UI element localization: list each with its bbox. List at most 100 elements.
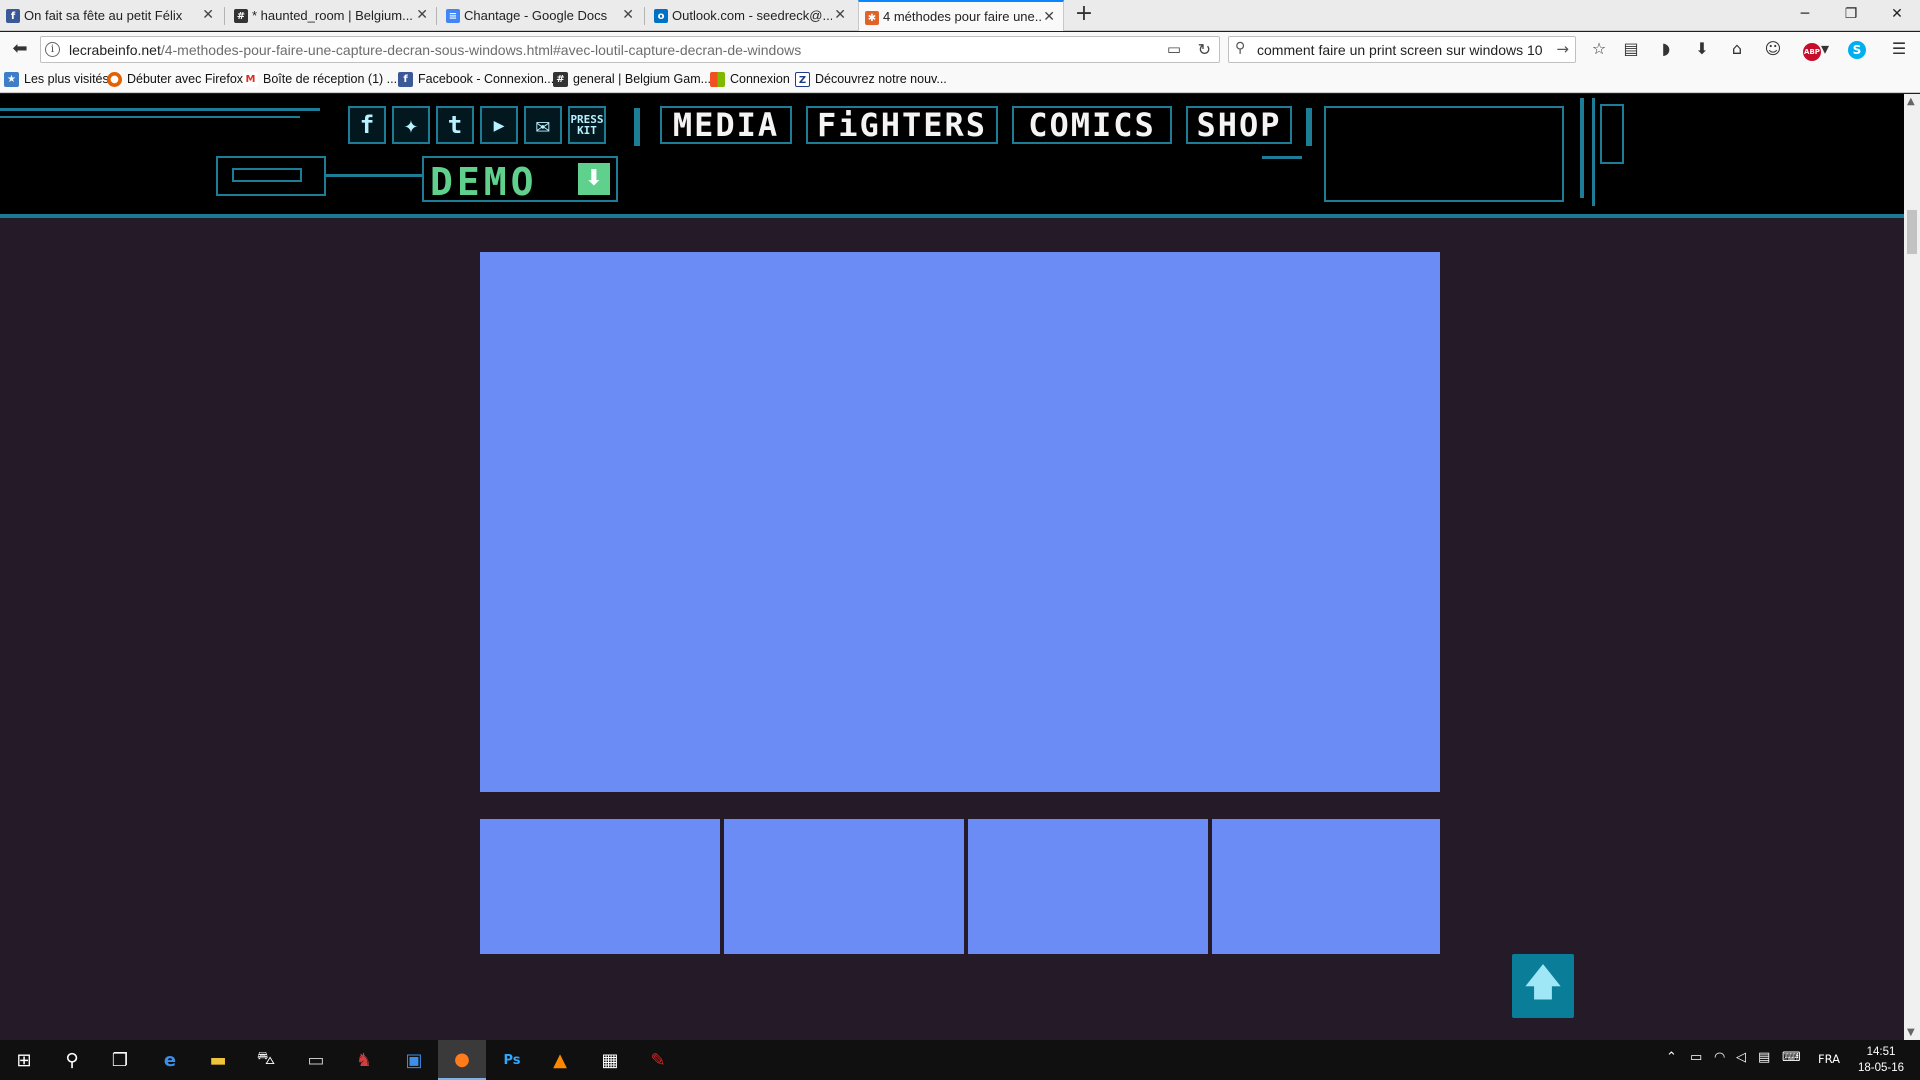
photoshop-icon[interactable]: Ps	[488, 1040, 536, 1080]
file-explorer-icon[interactable]: ▬	[194, 1040, 242, 1080]
site-info-icon[interactable]: i	[45, 42, 60, 57]
close-icon[interactable]: ✕	[834, 7, 846, 23]
scroll-up-icon[interactable]: ▲	[1907, 96, 1915, 107]
volume-icon[interactable]: ◁	[1736, 1050, 1746, 1065]
bookmark-most-visited[interactable]: ★ Les plus visités	[4, 72, 109, 88]
tab-3[interactable]: ≡ Chantage - Google Docs ✕	[440, 0, 642, 31]
microsoft-icon	[710, 72, 725, 87]
vlc-icon[interactable]: ▲	[536, 1040, 584, 1080]
home-icon[interactable]: ⌂	[1726, 38, 1748, 60]
scroll-down-icon[interactable]: ▼	[1907, 1027, 1915, 1038]
demo-download-button[interactable]: DEMO ⬇	[422, 156, 618, 204]
reading-list-icon[interactable]: ▤	[1620, 38, 1642, 60]
tab-1[interactable]: f On fait sa fête au petit Félix ✕	[0, 0, 222, 31]
calculator-icon[interactable]: ▦	[586, 1040, 634, 1080]
back-to-top-button[interactable]: 🡅	[1512, 954, 1574, 1018]
downloads-icon[interactable]: ⬇	[1691, 38, 1713, 60]
bookmark-facebook[interactable]: f Facebook - Connexion...	[398, 72, 554, 88]
search-bar[interactable]: ⚲ comment faire un print screen sur wind…	[1228, 36, 1576, 63]
reload-icon[interactable]: ↻	[1198, 40, 1211, 59]
action-center-icon[interactable]: ▤	[1758, 1050, 1770, 1065]
hamburger-menu-icon[interactable]: ☰	[1888, 38, 1910, 60]
system-clock[interactable]: 14:51 18-05-16	[1856, 1044, 1906, 1076]
monitor-app-icon[interactable]: ▣	[390, 1040, 438, 1080]
bookmark-gmail[interactable]: M Boîte de réception (1) ...	[243, 72, 397, 88]
tray-expand-icon[interactable]: ⌃	[1666, 1050, 1677, 1065]
slack-hash-icon: #	[234, 9, 248, 23]
google-docs-icon: ≡	[446, 9, 460, 23]
restore-button[interactable]: ❐	[1828, 0, 1874, 31]
search-icon[interactable]: ⚲	[48, 1040, 96, 1080]
thumbnail-4[interactable]	[1212, 819, 1440, 954]
url-text[interactable]: lecrabeinfo.net/4-methodes-pour-faire-un…	[69, 42, 801, 58]
bookmark-microsoft[interactable]: Connexion	[710, 72, 790, 88]
language-indicator[interactable]: FRA	[1818, 1052, 1840, 1066]
tumblr-link[interactable]: t	[436, 106, 474, 144]
close-icon[interactable]: ✕	[416, 7, 428, 23]
bookmark-slack[interactable]: # general | Belgium Gam...	[553, 72, 711, 88]
page-scrollbar[interactable]: ▲ ▼	[1904, 94, 1920, 1040]
app-generic-icon[interactable]: ▭	[292, 1040, 340, 1080]
nav-shop[interactable]: SHOP	[1186, 106, 1292, 144]
tab-2[interactable]: # * haunted_room | Belgium... ✕	[228, 0, 436, 31]
tab-4[interactable]: o Outlook.com - seedreck@... ✕	[648, 0, 854, 31]
store-icon[interactable]: ⛍	[242, 1040, 290, 1080]
tab-strip: f On fait sa fête au petit Félix ✕ # * h…	[0, 0, 1920, 31]
keyboard-icon[interactable]: ⌨	[1782, 1050, 1801, 1065]
nav-fighters-label: FiGHTERS	[816, 106, 988, 144]
search-go-icon[interactable]: →	[1556, 40, 1569, 58]
close-icon[interactable]: ✕	[1043, 9, 1055, 25]
task-view-icon[interactable]: ❐	[96, 1040, 144, 1080]
thumbnail-1[interactable]	[480, 819, 720, 954]
nav-fighters[interactable]: FiGHTERS	[806, 106, 998, 144]
facebook-icon: f	[6, 9, 20, 23]
minimize-button[interactable]: ─	[1782, 0, 1828, 31]
hello-chat-icon[interactable]: ☺	[1762, 38, 1784, 60]
back-arrow-icon[interactable]: ⬅	[8, 38, 32, 62]
circuit-decoration	[1580, 98, 1584, 198]
windows-start-icon[interactable]: ⊞	[0, 1040, 48, 1080]
thumbnail-3[interactable]	[968, 819, 1208, 954]
nav-media[interactable]: MEDIA	[660, 106, 792, 144]
crab-site-icon: ✱	[865, 11, 879, 25]
wifi-icon[interactable]: ◠	[1714, 1050, 1725, 1065]
bookmark-star-icon[interactable]: ☆	[1588, 38, 1610, 60]
press-kit-link[interactable]: PRESS KIT	[568, 106, 606, 144]
twitter-link[interactable]: ✦	[392, 106, 430, 144]
firefox-icon: ●	[107, 72, 122, 87]
close-window-button[interactable]: ✕	[1874, 0, 1920, 31]
bookmark-label: Connexion	[730, 72, 790, 86]
tab-5-active[interactable]: ✱ 4 méthodes pour faire une... ✕	[858, 0, 1064, 31]
scrollbar-thumb[interactable]	[1907, 210, 1917, 254]
close-icon[interactable]: ✕	[202, 7, 214, 23]
close-icon[interactable]: ✕	[622, 7, 634, 23]
tab-separator	[224, 7, 225, 25]
circuit-decoration	[232, 168, 302, 182]
pocket-icon[interactable]: ◗	[1655, 38, 1677, 60]
acrobat-icon[interactable]: ✎	[634, 1040, 682, 1080]
url-bar[interactable]: i lecrabeinfo.net/4-methodes-pour-faire-…	[40, 36, 1220, 63]
firefox-icon[interactable]: ●	[438, 1040, 486, 1080]
bookmark-getting-started[interactable]: ● Débuter avec Firefox	[107, 72, 243, 88]
adblock-plus-icon[interactable]: ABP▾	[1800, 38, 1832, 61]
download-icon: ⬇	[578, 163, 610, 195]
z-site-icon: Z	[795, 72, 810, 87]
hero-image-placeholder	[480, 252, 1440, 792]
bookmarks-toolbar: ★ Les plus visités ● Débuter avec Firefox …	[0, 67, 1920, 93]
search-input[interactable]: comment faire un print screen sur window…	[1257, 42, 1543, 58]
new-tab-button[interactable]: +	[1072, 3, 1096, 27]
tumblr-icon: t	[447, 111, 463, 139]
skype-icon[interactable]: S	[1846, 38, 1868, 60]
tab-title: On fait sa fête au petit Félix	[24, 8, 183, 23]
facebook-link[interactable]: f	[348, 106, 386, 144]
thumbnail-2[interactable]	[724, 819, 964, 954]
circuit-decoration	[1262, 156, 1302, 159]
nav-comics[interactable]: COMICS	[1012, 106, 1172, 144]
reader-view-icon[interactable]: ▭	[1167, 40, 1181, 58]
edge-icon[interactable]: e	[146, 1040, 194, 1080]
dragon-app-icon[interactable]: ♞	[340, 1040, 388, 1080]
mail-link[interactable]: ✉	[524, 106, 562, 144]
youtube-link[interactable]: ▶	[480, 106, 518, 144]
bookmark-zalando[interactable]: Z Découvrez notre nouv...	[795, 72, 947, 88]
battery-icon[interactable]: ▭	[1690, 1050, 1702, 1065]
